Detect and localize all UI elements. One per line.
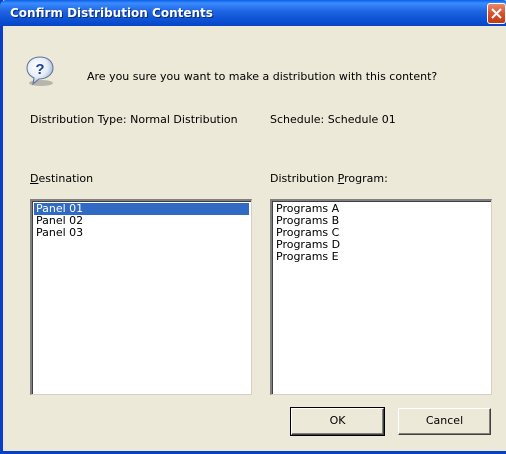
ok-button[interactable]: OK: [290, 407, 385, 436]
destination-list[interactable]: Panel 01 Panel 02 Panel 03: [30, 199, 252, 395]
dialog-title: Confirm Distribution Contents: [10, 6, 213, 20]
distribution-program-label: Distribution Program:: [270, 172, 388, 185]
close-icon: [491, 8, 502, 19]
schedule-label: Schedule: Schedule 01: [270, 113, 396, 126]
program-list[interactable]: Programs A Programs B Programs C Program…: [270, 199, 492, 395]
confirm-dialog: Confirm Distribution Contents ? Are you …: [0, 0, 506, 454]
title-bar[interactable]: Confirm Distribution Contents: [0, 0, 506, 26]
close-button[interactable]: [487, 3, 506, 24]
program-item[interactable]: Programs E: [274, 251, 491, 263]
destination-label: Destination: [30, 172, 94, 185]
destination-item[interactable]: Panel 03: [34, 227, 251, 239]
question-icon: ?: [26, 56, 54, 86]
svg-text:?: ?: [35, 61, 44, 78]
distribution-type-label: Distribution Type: Normal Distribution: [30, 113, 238, 126]
confirm-message: Are you sure you want to make a distribu…: [87, 70, 438, 83]
cancel-button[interactable]: Cancel: [398, 408, 491, 435]
